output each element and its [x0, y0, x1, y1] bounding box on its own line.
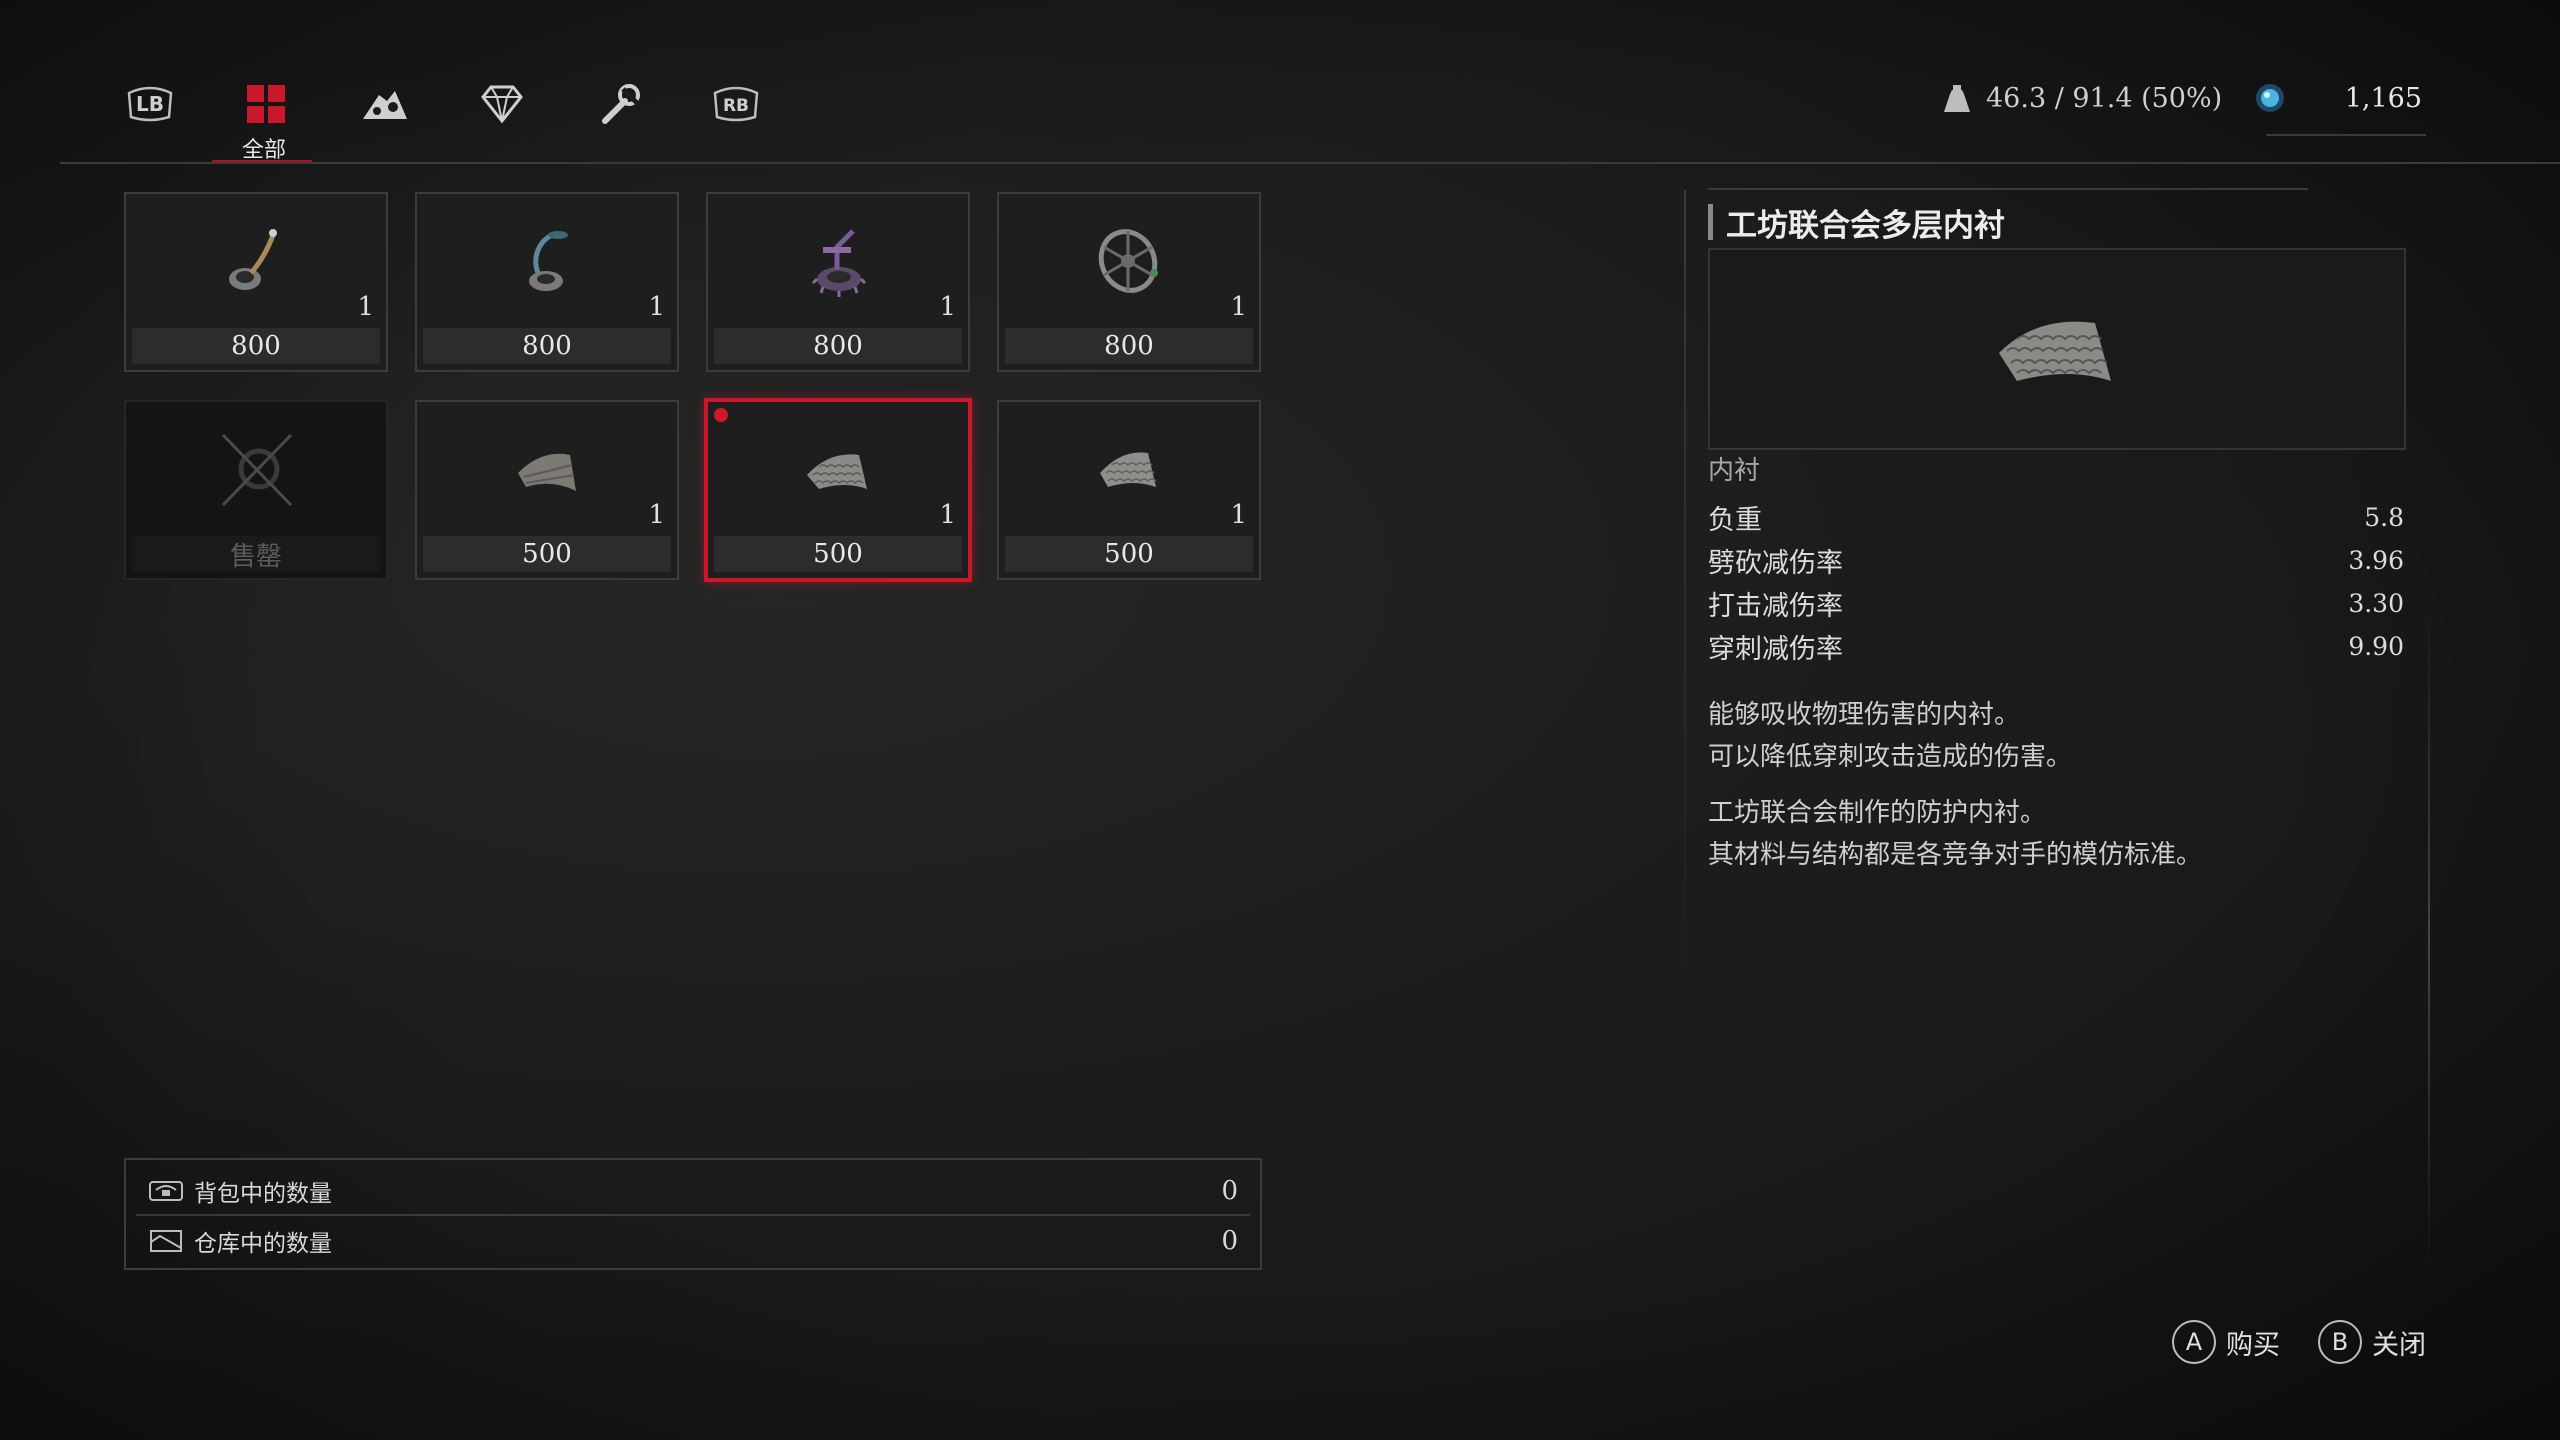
stat-row: 劈砍减伤率 3.96: [1708, 539, 2404, 582]
svg-text:LB: LB: [136, 92, 164, 116]
liner-scale-icon: [807, 454, 867, 489]
amulet-purple-gear-icon: [811, 229, 867, 297]
storage-count-label: 仓库中的数量: [194, 1231, 332, 1257]
close-label: 关闭: [2372, 1329, 2426, 1361]
item-quantity: 1: [939, 292, 956, 322]
tab-rb[interactable]: RB: [704, 72, 768, 136]
a-button-icon: A: [2172, 1320, 2216, 1364]
lb-shoulder-icon: LB: [127, 86, 173, 122]
stat-value: 3.96: [2348, 546, 2404, 575]
currency-underline: [2266, 134, 2426, 136]
backpack-count-value: 0: [1221, 1176, 1238, 1206]
item-quantity: 1: [1230, 292, 1247, 322]
wheel-amulet-icon: [1098, 229, 1158, 293]
carry-weight: 46.3 / 91.4 (50%): [1942, 78, 2222, 118]
item-price: 800: [1005, 328, 1253, 364]
item-slot[interactable]: 1 500: [997, 400, 1261, 580]
backpack-count-row: 背包中的数量 0: [126, 1166, 1260, 1216]
sold-out-icon: [221, 433, 293, 507]
stat-label: 穿刺减伤率: [1708, 634, 1843, 665]
item-slot[interactable]: 1 800: [124, 192, 388, 372]
item-quantity: 1: [648, 500, 665, 530]
storage-box-icon: [150, 1230, 182, 1252]
stat-value: 9.90: [2348, 632, 2404, 661]
panel-divider: [1684, 190, 1686, 1010]
stat-row: 负重 5.8: [1708, 496, 2404, 539]
item-slot[interactable]: 1 800: [706, 192, 970, 372]
ergo-currency-icon: [2256, 84, 2284, 112]
item-quantity: 1: [1230, 500, 1247, 530]
detail-top-line: [1708, 188, 2308, 190]
tab-tools[interactable]: [588, 72, 652, 136]
top-bar: LB RB 全部 46.3 / 91.4 (50%) 1,165: [0, 0, 2560, 163]
item-slot-selected[interactable]: 1 500: [704, 398, 972, 582]
item-stats: 负重 5.8 劈砍减伤率 3.96 打击减伤率 3.30 穿刺减伤率 9.90: [1708, 496, 2404, 668]
backpack-count-label: 背包中的数量: [194, 1181, 332, 1207]
tab-materials[interactable]: [352, 72, 416, 136]
stat-row: 打击减伤率 3.30: [1708, 582, 2404, 625]
backpack-icon: [149, 1181, 183, 1201]
item-slot[interactable]: 1 800: [415, 192, 679, 372]
stat-label: 负重: [1708, 505, 1762, 536]
item-price: 售罄: [132, 536, 380, 572]
item-category: 内衬: [1708, 456, 1761, 486]
all-grid-icon: [247, 85, 285, 123]
item-price: 500: [1005, 536, 1253, 572]
svg-text:RB: RB: [723, 96, 749, 116]
item-description: 能够吸收物理伤害的内衬。 可以降低穿刺攻击造成的伤害。 工坊联合会制作的防护内衬…: [1708, 694, 2408, 876]
description-effect: 能够吸收物理伤害的内衬。 可以降低穿刺攻击造成的伤害。: [1708, 700, 2073, 772]
item-price: 800: [132, 328, 380, 364]
item-price: 800: [423, 328, 671, 364]
frame-edge: [2428, 600, 2430, 1280]
tab-lb[interactable]: LB: [118, 72, 182, 136]
item-quantity: 1: [648, 292, 665, 322]
gem-icon: [481, 85, 523, 124]
top-divider: [60, 162, 2560, 164]
liner-plate-icon: [518, 453, 576, 491]
item-quantity: 1: [939, 500, 956, 530]
close-prompt[interactable]: B 关闭: [2318, 1320, 2426, 1364]
weight-icon: [1944, 85, 1970, 112]
buy-label: 购买: [2226, 1329, 2280, 1361]
crank-amulet-icon: [229, 229, 277, 290]
description-lore: 工坊联合会制作的防护内衬。 其材料与结构都是各竞争对手的模仿标准。: [1708, 798, 2203, 870]
stat-value: 5.8: [2364, 503, 2404, 532]
stat-label: 劈砍减伤率: [1708, 548, 1843, 579]
wrench-icon: [602, 84, 641, 124]
currency-value: 1,165: [2344, 82, 2422, 114]
item-price: 500: [714, 536, 962, 572]
item-slot-sold-out[interactable]: 售罄: [124, 400, 388, 580]
item-quantity: 1: [357, 292, 374, 322]
item-preview: [1708, 248, 2406, 450]
carry-weight-text: 46.3 / 91.4 (50%): [1986, 82, 2223, 114]
rb-shoulder-icon: RB: [713, 86, 759, 122]
b-button-icon: B: [2318, 1320, 2362, 1364]
currency-display: 1,165: [2250, 78, 2422, 118]
liner-preview-icon: [1999, 321, 2111, 381]
buy-prompt[interactable]: A 购买: [2172, 1320, 2280, 1364]
stat-row: 穿刺减伤率 9.90: [1708, 625, 2404, 668]
button-prompts: A 购买 B 关闭: [2172, 1320, 2426, 1364]
item-slot[interactable]: 1 500: [415, 400, 679, 580]
stat-label: 打击减伤率: [1708, 591, 1843, 622]
tab-gems[interactable]: [470, 72, 534, 136]
liner-scale-icon: [1100, 452, 1157, 487]
stat-value: 3.30: [2348, 589, 2404, 618]
item-slot[interactable]: 1 800: [997, 192, 1261, 372]
storage-count-row: 仓库中的数量 0: [126, 1216, 1260, 1266]
item-price: 500: [423, 536, 671, 572]
item-price: 800: [714, 328, 962, 364]
cogs-pile-icon: [363, 91, 407, 119]
storage-count-value: 0: [1221, 1226, 1238, 1256]
tab-all[interactable]: [234, 72, 298, 136]
title-accent-bar: [1708, 204, 1713, 240]
owned-count-panel: 背包中的数量 0 仓库中的数量 0: [124, 1158, 1262, 1270]
amulet-blue-icon: [529, 231, 568, 291]
item-title: 工坊联合会多层内衬: [1726, 208, 2005, 244]
